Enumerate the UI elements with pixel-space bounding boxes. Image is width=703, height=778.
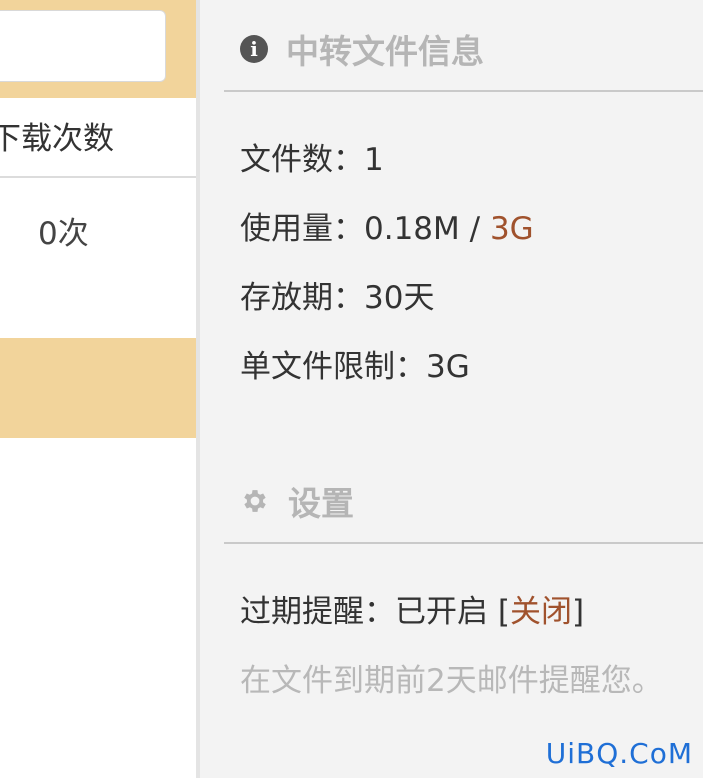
column-header-label: 下载次数 bbox=[0, 121, 114, 157]
expiry-reminder-row: 过期提醒：已开启 [关闭] bbox=[240, 590, 584, 634]
file-size-limit-row: 单文件限制：3G bbox=[240, 345, 470, 389]
usage-used: 0.18M bbox=[364, 211, 460, 247]
file-table: 下载次数 0次 bbox=[0, 0, 196, 778]
file-size-limit-value: 3G bbox=[426, 349, 470, 385]
watermark: UiBQ.CoM bbox=[545, 737, 693, 770]
file-info-title: 中转文件信息 bbox=[286, 32, 484, 71]
storage-period-row: 存放期：30天 bbox=[240, 276, 434, 320]
storage-period-value: 30天 bbox=[364, 280, 435, 316]
table-input[interactable] bbox=[0, 10, 166, 82]
disable-reminder-link[interactable]: 关闭 bbox=[510, 594, 572, 630]
column-header-downloads: 下载次数 bbox=[0, 100, 196, 178]
file-info-divider bbox=[224, 90, 703, 92]
gear-icon bbox=[244, 490, 266, 512]
info-icon: i bbox=[240, 35, 268, 63]
storage-period-label: 存放期： bbox=[240, 280, 364, 316]
usage-label: 使用量： bbox=[240, 211, 364, 247]
download-count-cell: 0次 bbox=[38, 216, 89, 252]
settings-title: 设置 bbox=[288, 484, 354, 523]
expiry-reminder-label: 过期提醒： bbox=[240, 594, 395, 630]
file-count-row: 文件数：1 bbox=[240, 138, 384, 182]
bracket-open: [ bbox=[497, 594, 510, 630]
usage-separator: / bbox=[459, 211, 490, 247]
table-footer bbox=[0, 338, 196, 438]
bracket-close: ] bbox=[571, 594, 585, 630]
file-count-label: 文件数： bbox=[240, 142, 364, 178]
expiry-reminder-status: 已开启 bbox=[395, 594, 488, 630]
file-size-limit-label: 单文件限制： bbox=[240, 349, 426, 385]
usage-total: 3G bbox=[489, 211, 534, 247]
info-sidebar: i 中转文件信息 文件数：1 使用量：0.18M / 3G 存放期：30天 单文… bbox=[200, 0, 703, 778]
usage-row: 使用量：0.18M / 3G bbox=[240, 207, 534, 251]
file-info-header: i 中转文件信息 bbox=[240, 24, 484, 74]
settings-header: 设置 bbox=[240, 476, 354, 526]
settings-divider bbox=[224, 542, 703, 544]
page: 下载次数 0次 i 中转文件信息 文件数：1 使用量：0.18M / 3G 存放… bbox=[0, 0, 703, 778]
expiry-reminder-hint: 在文件到期前2天邮件提醒您。 bbox=[240, 663, 663, 699]
file-count-value: 1 bbox=[364, 142, 384, 178]
